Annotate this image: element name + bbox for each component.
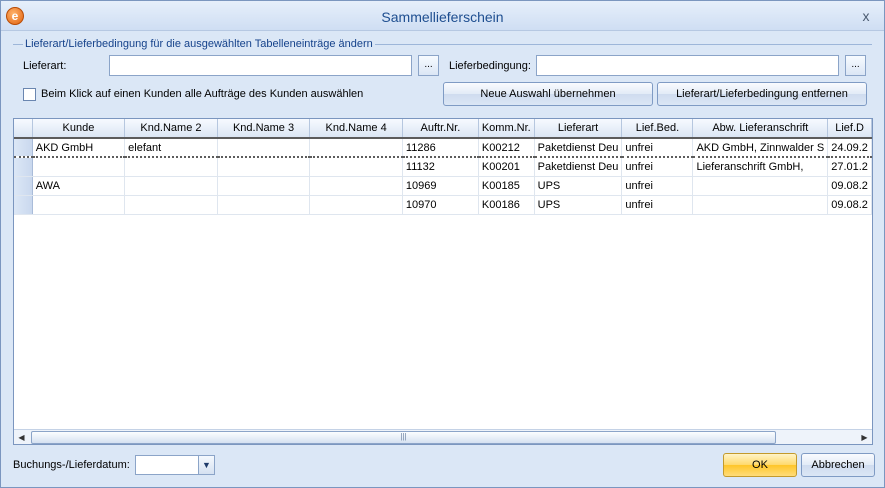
header-indicator: [14, 119, 33, 139]
table-cell[interactable]: unfrei: [621, 195, 694, 215]
table-cell[interactable]: [309, 137, 403, 158]
column-header-knd-name-3[interactable]: Knd.Name 3: [217, 119, 311, 139]
lieferart-entfernen-button[interactable]: Lieferart/Lieferbedingung entfernen: [657, 82, 867, 106]
title-bar[interactable]: e Sammellieferschein x: [1, 1, 884, 31]
groupbox-title: Lieferart/Lieferbedingung für die ausgew…: [23, 38, 375, 50]
table-cell[interactable]: 27.01.2: [827, 157, 872, 177]
table-cell[interactable]: unfrei: [621, 137, 694, 158]
table-cell[interactable]: AWA: [32, 176, 126, 196]
table-cell[interactable]: [217, 195, 311, 215]
chevron-down-icon[interactable]: ▼: [198, 456, 214, 474]
close-button[interactable]: x: [858, 8, 874, 24]
column-header-kunde[interactable]: Kunde: [32, 119, 126, 139]
column-header-komm-nr[interactable]: Komm.Nr.: [478, 119, 535, 139]
table-cell[interactable]: AKD GmbH, Zinnwalder S: [692, 137, 829, 158]
table-cell[interactable]: 09.08.2: [827, 176, 872, 196]
table-cell[interactable]: 11286: [402, 137, 479, 158]
table-cell[interactable]: [217, 157, 311, 177]
grid-header-row: Kunde Knd.Name 2 Knd.Name 3 Knd.Name 4 A…: [14, 119, 872, 139]
row-indicator[interactable]: [14, 137, 33, 158]
scroll-left-arrow-icon[interactable]: ◀: [14, 431, 29, 444]
lieferbedingung-browse-button[interactable]: ...: [845, 55, 866, 76]
column-header-knd-name-4[interactable]: Knd.Name 4: [309, 119, 403, 139]
lieferart-browse-button[interactable]: ...: [418, 55, 439, 76]
table-cell[interactable]: [217, 137, 311, 158]
neue-auswahl-button[interactable]: Neue Auswahl übernehmen: [443, 82, 653, 106]
select-all-orders-checkbox[interactable]: [23, 88, 36, 101]
table-cell[interactable]: [309, 157, 403, 177]
table-cell[interactable]: [692, 176, 829, 196]
lieferbedingung-label: Lieferbedingung:: [449, 60, 531, 72]
lieferart-label: Lieferart:: [23, 60, 67, 72]
column-header-auftr-nr[interactable]: Auftr.Nr.: [402, 119, 479, 139]
table-cell[interactable]: [32, 157, 126, 177]
row-indicator[interactable]: [14, 176, 33, 196]
table-cell[interactable]: K00212: [478, 137, 535, 158]
table-cell[interactable]: AKD GmbH: [32, 137, 126, 158]
dialog-window: e Sammellieferschein x Lieferart/Lieferb…: [0, 0, 885, 488]
date-picker[interactable]: ▼: [135, 455, 215, 475]
table-cell[interactable]: K00201: [478, 157, 535, 177]
row-indicator[interactable]: [14, 157, 33, 177]
select-all-orders-label: Beim Klick auf einen Kunden alle Aufträg…: [41, 88, 364, 100]
table-cell[interactable]: 10969: [402, 176, 479, 196]
column-header-lief-bed[interactable]: Lief.Bed.: [621, 119, 694, 139]
table-cell[interactable]: [32, 195, 126, 215]
table-cell[interactable]: [309, 176, 403, 196]
table-cell[interactable]: Paketdienst Deu: [534, 157, 623, 177]
table-cell[interactable]: elefant: [124, 137, 218, 158]
row-indicator[interactable]: [14, 195, 33, 215]
horizontal-scrollbar[interactable]: ◀ ||| ▶: [14, 429, 872, 444]
table-cell[interactable]: 10970: [402, 195, 479, 215]
table-row[interactable]: AKD GmbH elefant 11286 K00212 Paketdiens…: [14, 137, 872, 158]
column-header-abw-lieferanschrift[interactable]: Abw. Lieferanschrift: [692, 119, 829, 139]
table-cell[interactable]: Lieferanschrift GmbH,: [692, 157, 829, 177]
table-cell[interactable]: [692, 195, 829, 215]
column-header-lieferart[interactable]: Lieferart: [534, 119, 623, 139]
table-cell[interactable]: unfrei: [621, 157, 694, 177]
ok-button[interactable]: OK: [723, 453, 797, 477]
table-cell[interactable]: K00185: [478, 176, 535, 196]
table-cell[interactable]: UPS: [534, 176, 623, 196]
table-row[interactable]: AWA 10969 K00185 UPS unfrei 09.08.2: [14, 176, 872, 196]
table-cell[interactable]: [217, 176, 311, 196]
column-header-lief-datum[interactable]: Lief.D: [827, 119, 872, 139]
cancel-button[interactable]: Abbrechen: [801, 453, 875, 477]
window-title: Sammellieferschein: [381, 9, 504, 25]
table-cell[interactable]: 11132: [402, 157, 479, 177]
table-cell[interactable]: 24.09.2: [827, 137, 872, 158]
table-cell[interactable]: UPS: [534, 195, 623, 215]
table-cell[interactable]: [124, 157, 218, 177]
lieferart-input[interactable]: [109, 55, 412, 76]
table-row[interactable]: 11132 K00201 Paketdienst Deu unfrei Lief…: [14, 157, 872, 177]
date-label: Buchungs-/Lieferdatum:: [13, 459, 130, 471]
scroll-right-arrow-icon[interactable]: ▶: [857, 431, 872, 444]
lieferbedingung-input[interactable]: [536, 55, 839, 76]
scrollbar-thumb[interactable]: |||: [31, 431, 776, 444]
orders-grid[interactable]: Kunde Knd.Name 2 Knd.Name 3 Knd.Name 4 A…: [13, 118, 873, 445]
table-cell[interactable]: unfrei: [621, 176, 694, 196]
table-cell[interactable]: [309, 195, 403, 215]
table-cell[interactable]: K00186: [478, 195, 535, 215]
column-header-knd-name-2[interactable]: Knd.Name 2: [124, 119, 218, 139]
table-cell[interactable]: Paketdienst Deu: [534, 137, 623, 158]
table-cell[interactable]: [124, 195, 218, 215]
table-row[interactable]: 10970 K00186 UPS unfrei 09.08.2: [14, 195, 872, 215]
table-cell[interactable]: 09.08.2: [827, 195, 872, 215]
table-cell[interactable]: [124, 176, 218, 196]
